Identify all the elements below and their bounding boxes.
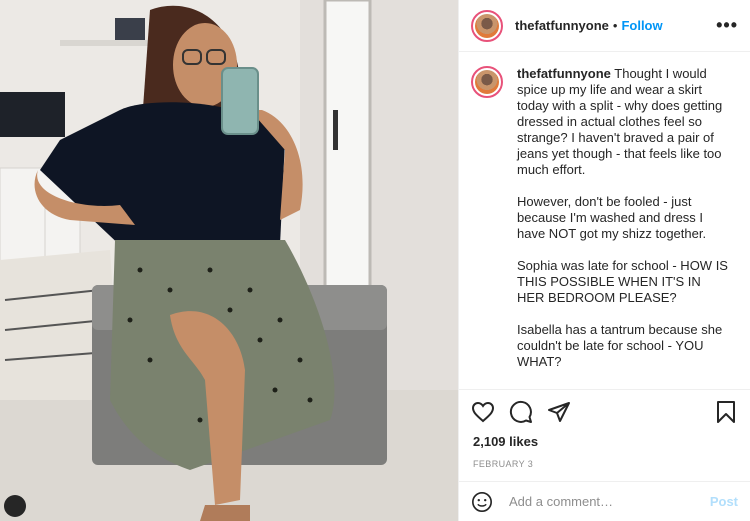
post-photo[interactable] <box>0 0 458 521</box>
likes-count[interactable]: 2,109 likes <box>459 433 750 455</box>
mirror-selfie-image <box>0 0 458 521</box>
header-username[interactable]: thefatfunnyone <box>515 18 609 33</box>
caption-area: thefatfunnyone Thought I would spice up … <box>459 52 750 389</box>
emoji-icon[interactable] <box>471 491 493 513</box>
post-header: thefatfunnyone • Follow ••• <box>459 0 750 52</box>
caption-avatar[interactable] <box>471 66 503 98</box>
instagram-post: thefatfunnyone • Follow ••• thefatfunnyo… <box>0 0 750 521</box>
share-icon[interactable] <box>547 400 571 424</box>
post-side-panel: thefatfunnyone • Follow ••• thefatfunnyo… <box>458 0 750 521</box>
action-bar <box>459 389 750 433</box>
more-options-icon[interactable]: ••• <box>716 15 738 36</box>
caption-username[interactable]: thefatfunnyone <box>517 66 611 81</box>
separator-dot: • <box>612 18 618 33</box>
heart-icon[interactable] <box>471 400 495 424</box>
post-comment-button[interactable]: Post <box>710 494 738 509</box>
avatar[interactable] <box>471 9 503 42</box>
bookmark-icon[interactable] <box>714 400 738 424</box>
comment-bar: Post <box>459 481 750 521</box>
follow-button[interactable]: Follow <box>621 18 662 33</box>
post-date[interactable]: FEBRUARY 3 <box>459 455 750 475</box>
comment-input[interactable] <box>507 493 710 510</box>
account-icon[interactable] <box>4 495 26 517</box>
caption-text-block: thefatfunnyone Thought I would spice up … <box>517 66 731 389</box>
comment-icon[interactable] <box>509 400 533 424</box>
caption-text: Thought I would spice up my life and wea… <box>517 66 728 369</box>
